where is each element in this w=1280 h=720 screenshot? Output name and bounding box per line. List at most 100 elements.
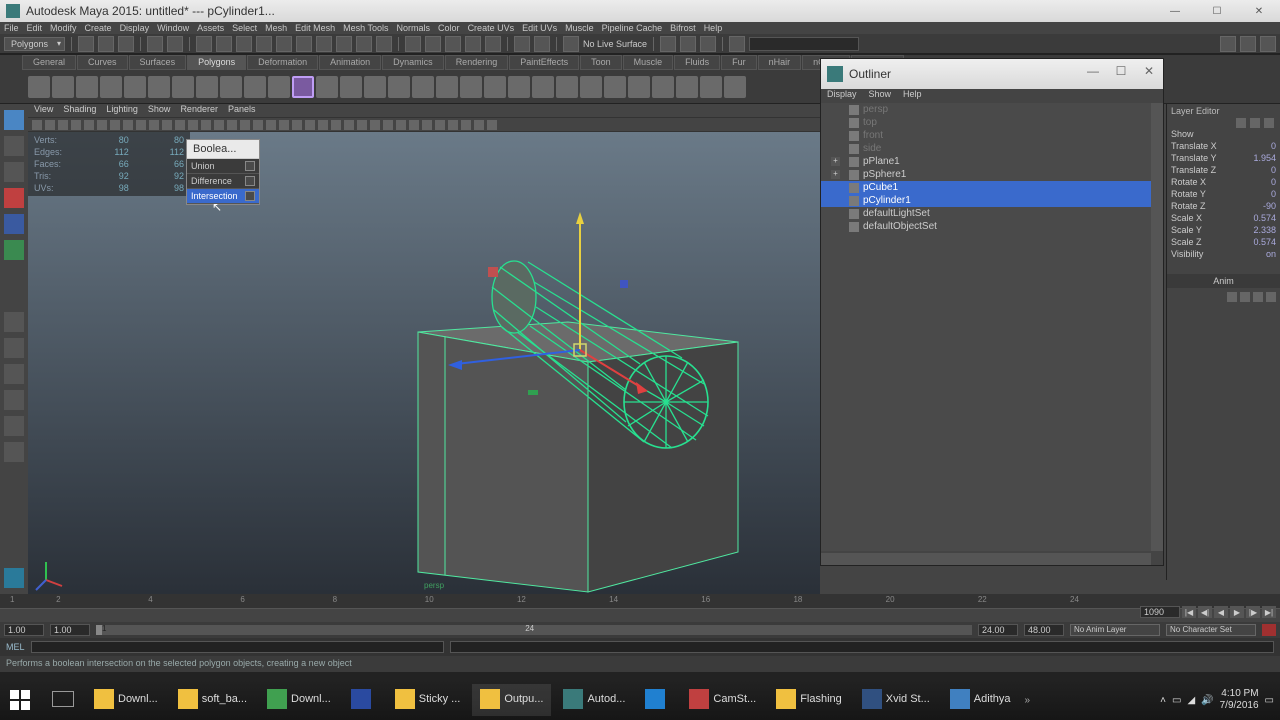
layer-icon-4[interactable] — [1266, 292, 1276, 302]
menu-modify[interactable]: Modify — [50, 23, 77, 33]
menu-edit-uvs[interactable]: Edit UVs — [522, 23, 557, 33]
menu-display[interactable]: Display — [120, 23, 150, 33]
outliner-item-top[interactable]: top — [821, 116, 1151, 129]
snap-curve-icon[interactable] — [425, 36, 441, 52]
outliner-item-defaultObjectSet[interactable]: defaultObjectSet — [821, 220, 1151, 233]
system-tray[interactable]: ˄ ▭ ◢ 🔊 4:10 PM 7/9/2016 ▭ — [1160, 688, 1274, 712]
render-settings-icon[interactable] — [700, 36, 716, 52]
boolean-union[interactable]: Union — [187, 159, 259, 174]
shelf-icon-29[interactable] — [724, 76, 746, 98]
panel-tool-28[interactable] — [396, 120, 406, 130]
shelf-icon-7[interactable] — [196, 76, 218, 98]
construction-icon[interactable] — [534, 36, 550, 52]
range-start[interactable]: 1.00 — [4, 624, 44, 636]
panel-tool-8[interactable] — [136, 120, 146, 130]
shelf-icon-9[interactable] — [244, 76, 266, 98]
scale-tool[interactable] — [4, 240, 24, 260]
menu-select[interactable]: Select — [232, 23, 257, 33]
layer-icon-2[interactable] — [1240, 292, 1250, 302]
shelf-tab-fur[interactable]: Fur — [721, 55, 757, 70]
panel-tool-5[interactable] — [97, 120, 107, 130]
panel-tool-17[interactable] — [253, 120, 263, 130]
taskbar-overflow-icon[interactable]: » — [1025, 695, 1031, 706]
channel-rotate-x[interactable]: Rotate X0 — [1167, 176, 1280, 188]
panel-tool-4[interactable] — [84, 120, 94, 130]
taskbar-item-0[interactable]: Downl... — [86, 684, 166, 716]
panel-tool-6[interactable] — [110, 120, 120, 130]
outliner-item-pSphere1[interactable]: +pSphere1 — [821, 168, 1151, 181]
shelf-icon-24[interactable] — [604, 76, 626, 98]
shelf-tab-dynamics[interactable]: Dynamics — [382, 55, 444, 70]
channel-translate-z[interactable]: Translate Z0 — [1167, 164, 1280, 176]
channel-translate-y[interactable]: Translate Y1.954 — [1167, 152, 1280, 164]
task-view-icon[interactable] — [44, 684, 82, 716]
panel-tool-9[interactable] — [149, 120, 159, 130]
step-back-button[interactable]: ◀| — [1198, 606, 1212, 618]
select-surface-icon[interactable] — [276, 36, 292, 52]
open-scene-icon[interactable] — [98, 36, 114, 52]
channel-icon-3[interactable] — [1264, 118, 1274, 128]
select-all-icon[interactable] — [236, 36, 252, 52]
outliner-menu-show[interactable]: Show — [869, 89, 892, 103]
select-tool[interactable] — [4, 110, 24, 130]
clock[interactable]: 4:10 PM 7/9/2016 — [1220, 688, 1259, 712]
shelf-icon-21[interactable] — [532, 76, 554, 98]
layer-icon-1[interactable] — [1227, 292, 1237, 302]
panel-tool-33[interactable] — [461, 120, 471, 130]
rotate-tool[interactable] — [4, 214, 24, 234]
boolean-difference[interactable]: Difference — [187, 174, 259, 189]
panel-tool-12[interactable] — [188, 120, 198, 130]
shelf-icon-16[interactable] — [412, 76, 434, 98]
snap-grid-icon[interactable] — [405, 36, 421, 52]
panel-tool-20[interactable] — [292, 120, 302, 130]
panel-tool-31[interactable] — [435, 120, 445, 130]
shelf-icon-27[interactable] — [676, 76, 698, 98]
panel-tool-18[interactable] — [266, 120, 276, 130]
menu-normals[interactable]: Normals — [397, 23, 431, 33]
panel-tool-16[interactable] — [240, 120, 250, 130]
shelf-icon-25[interactable] — [628, 76, 650, 98]
new-scene-icon[interactable] — [78, 36, 94, 52]
tray-up-icon[interactable]: ˄ — [1160, 695, 1166, 706]
shelf-tab-surfaces[interactable]: Surfaces — [129, 55, 187, 70]
menu-assets[interactable]: Assets — [197, 23, 224, 33]
menu-window[interactable]: Window — [157, 23, 189, 33]
panel-tool-11[interactable] — [175, 120, 185, 130]
quick-select-icon[interactable] — [729, 36, 745, 52]
start-button[interactable] — [0, 680, 40, 720]
panel-tool-21[interactable] — [305, 120, 315, 130]
shelf-tab-painteffects[interactable]: PaintEffects — [509, 55, 579, 70]
snap-point-icon[interactable] — [445, 36, 461, 52]
shelf-icon-8[interactable] — [220, 76, 242, 98]
outliner-item-side[interactable]: side — [821, 142, 1151, 155]
shelf-icon-22[interactable] — [556, 76, 578, 98]
shelf-icon-1[interactable] — [52, 76, 74, 98]
tray-battery-icon[interactable]: ▭ — [1172, 695, 1181, 706]
toggle-tool-icon[interactable] — [1240, 36, 1256, 52]
tray-volume-icon[interactable]: 🔊 — [1201, 695, 1213, 706]
shelf-tab-deformation[interactable]: Deformation — [247, 55, 318, 70]
char-set-dropdown[interactable]: No Character Set — [1166, 624, 1256, 636]
snap-plane-icon[interactable] — [465, 36, 481, 52]
outliner-scrollbar-v[interactable] — [1151, 103, 1163, 551]
select-vertex-icon[interactable] — [316, 36, 332, 52]
main-menu-bar[interactable]: FileEditModifyCreateDisplayWindowAssetsS… — [0, 22, 1280, 34]
outliner-title-bar[interactable]: Outliner — ☐ ✕ — [821, 59, 1163, 89]
shelf-tab-animation[interactable]: Animation — [319, 55, 381, 70]
shelf-icon-10[interactable] — [268, 76, 290, 98]
layout-4-icon[interactable] — [4, 390, 24, 410]
paint-select-tool[interactable] — [4, 162, 24, 182]
save-scene-icon[interactable] — [118, 36, 134, 52]
anim-tab[interactable]: Anim — [1167, 274, 1280, 288]
outliner-item-defaultLightSet[interactable]: defaultLightSet — [821, 207, 1151, 220]
tray-network-icon[interactable]: ◢ — [1187, 695, 1195, 706]
outliner-tree[interactable]: persptopfrontside+pPlane1+pSphere1pCube1… — [821, 103, 1151, 551]
snap-live-icon[interactable] — [485, 36, 501, 52]
menu-edit[interactable]: Edit — [27, 23, 43, 33]
channel-rotate-z[interactable]: Rotate Z-90 — [1167, 200, 1280, 212]
taskbar-item-10[interactable]: Xvid St... — [854, 684, 938, 716]
shelf-icon-15[interactable] — [388, 76, 410, 98]
toggle-attr-icon[interactable] — [1220, 36, 1236, 52]
panel-menu-view[interactable]: View — [34, 104, 53, 117]
layout-1-icon[interactable] — [4, 312, 24, 332]
